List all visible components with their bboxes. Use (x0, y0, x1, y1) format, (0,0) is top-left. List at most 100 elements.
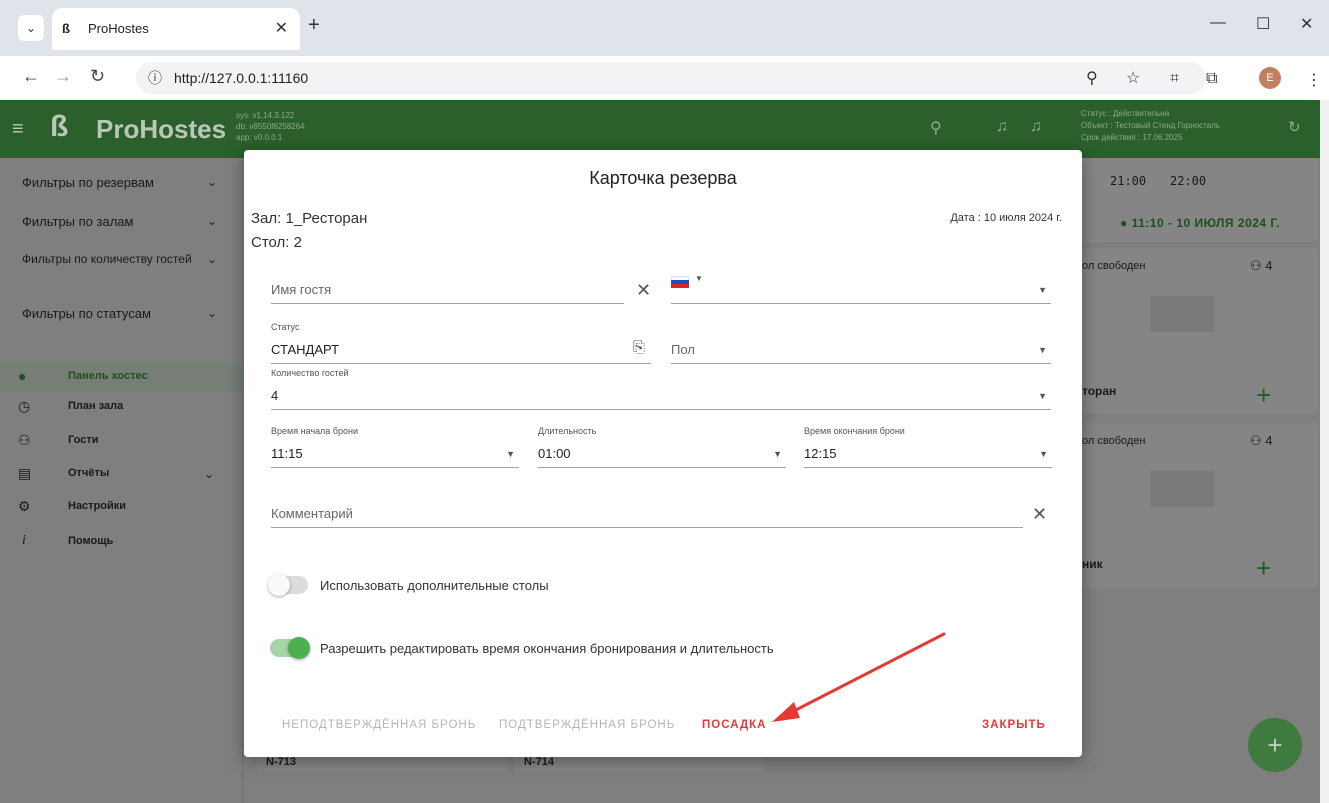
dropdown-arrow-icon: ▼ (506, 449, 515, 459)
close-window-icon[interactable]: ✕ (1300, 14, 1313, 34)
nav-help[interactable]: i Помощь (0, 527, 243, 557)
nav-label: Настройки (68, 500, 127, 512)
tab-close-icon[interactable]: ✕ (275, 18, 288, 38)
seating-button[interactable]: ПОСАДКА (702, 719, 766, 731)
browser-tab[interactable]: ß ProHostes ✕ (52, 8, 300, 50)
version-db: db: v8550f6258264 (236, 122, 305, 131)
table-status: ол свободен (1082, 260, 1146, 272)
dropdown-arrow-icon: ▼ (1038, 345, 1047, 355)
add-reservation-icon[interactable]: + (1256, 553, 1271, 584)
refresh-icon[interactable]: ↻ (1288, 118, 1301, 136)
duration-caption: Длительность (538, 426, 597, 436)
nav-hostess-panel[interactable]: ● Панель хостес (0, 362, 243, 392)
table-tile-label: N-713 (266, 756, 296, 768)
start-time-select[interactable]: Время начала брони 11:15 ▼ (271, 426, 519, 468)
gender-select[interactable]: Пол ▼ (671, 334, 1051, 364)
hall-name: торан (1082, 384, 1117, 398)
dialog-title: Карточка резерва (589, 168, 737, 188)
hall-name: ник (1082, 557, 1103, 571)
add-fab-button[interactable]: + (1248, 718, 1302, 772)
status-value: СТАНДАРТ (271, 342, 340, 357)
end-time-select[interactable]: Время окончания брони 12:15 ▼ (804, 426, 1052, 468)
paperclip-icon[interactable]: ⎘ (633, 339, 645, 356)
guests-count-select[interactable]: Количество гостей 4 ▼ (271, 368, 1051, 410)
table-card[interactable]: ол свободен ⚇ 4 торан + (1080, 248, 1318, 414)
chevron-down-icon: ⌄ (206, 306, 217, 320)
start-value: 11:15 (271, 446, 303, 461)
guest-count: ⚇ 4 (1250, 258, 1273, 273)
minimize-icon[interactable]: — (1210, 14, 1226, 32)
comment-field[interactable]: Комментарий (271, 498, 1023, 528)
chevron-down-icon: ⌄ (206, 214, 217, 228)
close-button[interactable]: ЗАКРЫТЬ (982, 719, 1046, 731)
nav-floor-plan[interactable]: ◷ План зала (0, 392, 243, 422)
reservation-card-dialog: Карточка резерва Зал: 1_Ресторан Стол: 2… (244, 150, 1082, 757)
address-bar[interactable]: ⓘ http://127.0.0.1:11160 ⚲ ☆ (136, 62, 1206, 94)
page-scrollbar[interactable] (1320, 100, 1329, 803)
filter-guest-count[interactable]: Фильтры по количеству гостей ⌄ (22, 253, 217, 265)
tab-search-chevron-icon[interactable]: ⌄ (18, 15, 44, 41)
maximize-icon[interactable]: ☐ (1256, 14, 1270, 34)
bell-add-icon[interactable]: ♫ (996, 118, 1008, 136)
nav-settings[interactable]: ⚙ Настройки (0, 492, 243, 522)
unconfirmed-reservation-button[interactable]: НЕПОДТВЕРЖДЁННАЯ БРОНЬ (282, 719, 476, 731)
comment-placeholder: Комментарий (271, 506, 353, 521)
zoom-icon[interactable]: ⚲ (1086, 68, 1098, 88)
back-icon[interactable]: ← (22, 66, 40, 87)
bookmark-star-icon[interactable]: ☆ (1126, 68, 1140, 88)
profile-avatar[interactable]: E (1259, 67, 1281, 89)
end-caption: Время окончания брони (804, 426, 905, 436)
guest-name-placeholder: Имя гостя (271, 282, 332, 297)
country-dropdown-icon[interactable]: ▼ (695, 274, 703, 283)
info-icon: i (22, 533, 26, 548)
version-sys: sys: v1.14.3.122 (236, 111, 295, 120)
chevron-down-icon: ⌄ (206, 175, 217, 189)
add-reservation-icon[interactable]: + (1256, 380, 1271, 411)
clear-guest-name-icon[interactable]: ✕ (636, 280, 651, 301)
search-icon[interactable]: ⚲ (930, 118, 942, 138)
dropdown-arrow-icon: ▼ (1038, 391, 1047, 401)
filter-halls[interactable]: Фильтры по залам ⌄ (22, 214, 217, 229)
phone-field[interactable]: ▼ ▼ (671, 274, 1051, 304)
forward-icon[interactable]: → (54, 66, 72, 87)
status-caption: Статус (271, 322, 300, 332)
russia-flag-icon[interactable] (671, 276, 689, 288)
browser-menu-icon[interactable]: ⋮ (1306, 70, 1322, 90)
reservation-date: Дата : 10 июля 2024 г. (950, 212, 1062, 224)
timeline-panel: 21:00 22:00 ● 11:10 - 10 ИЮЛЯ 2024 Г. (1080, 158, 1318, 242)
hall-label: Зал: 1_Ресторан (251, 210, 368, 227)
filter-reserves[interactable]: Фильтры по резервам ⌄ (22, 175, 217, 190)
compass-icon: ◷ (18, 398, 31, 414)
extensions-icon[interactable]: ⧉ (1206, 70, 1217, 88)
nav-reports[interactable]: ▤ Отчёты ⌄ (0, 459, 243, 489)
current-time-label: ● 11:10 - 10 ИЮЛЯ 2024 Г. (1120, 216, 1281, 230)
edit-end-time-label: Разрешить редактировать время окончания … (320, 641, 774, 656)
toggle-knob (268, 574, 290, 596)
reload-icon[interactable]: ↻ (90, 66, 105, 87)
timeline-hour: 22:00 (1170, 174, 1207, 188)
filter-statuses[interactable]: Фильтры по статусам ⌄ (22, 306, 217, 321)
guests-caption: Количество гостей (271, 368, 349, 378)
edit-end-time-toggle[interactable] (270, 637, 310, 659)
hamburger-menu-icon[interactable]: ≡ (12, 118, 24, 141)
version-info: sys: v1.14.3.122 db: v8550f6258264 app: … (236, 110, 305, 143)
table-card[interactable]: ол свободен ⚇ 4 ник + (1080, 423, 1318, 589)
status-field[interactable]: Статус СТАНДАРТ ⎘ (271, 322, 651, 364)
new-tab-icon[interactable]: + (308, 14, 320, 37)
bell-icon[interactable]: ♫ (1030, 118, 1042, 136)
nav-label: Панель хостес (68, 370, 148, 382)
chevron-down-icon: ⌄ (206, 252, 217, 266)
extra-tables-label: Использовать дополнительные столы (320, 578, 549, 593)
guest-name-field[interactable]: Имя гостя (271, 274, 624, 304)
table-status: ол свободен (1082, 435, 1146, 447)
table-label: Стол: 2 (251, 234, 302, 251)
prohostes-favicon-icon: ß (62, 21, 70, 36)
guest-count-value: 4 (1265, 258, 1273, 273)
confirmed-reservation-button[interactable]: ПОДТВЕРЖДЁННАЯ БРОНЬ (499, 719, 675, 731)
nav-guests[interactable]: ⚇ Гости (0, 426, 243, 456)
extra-tables-toggle[interactable] (268, 574, 308, 596)
screenshot-icon[interactable]: ⌗ (1170, 70, 1179, 88)
duration-select[interactable]: Длительность 01:00 ▼ (538, 426, 786, 468)
site-info-icon[interactable]: ⓘ (148, 68, 162, 88)
clear-comment-icon[interactable]: ✕ (1032, 504, 1047, 525)
